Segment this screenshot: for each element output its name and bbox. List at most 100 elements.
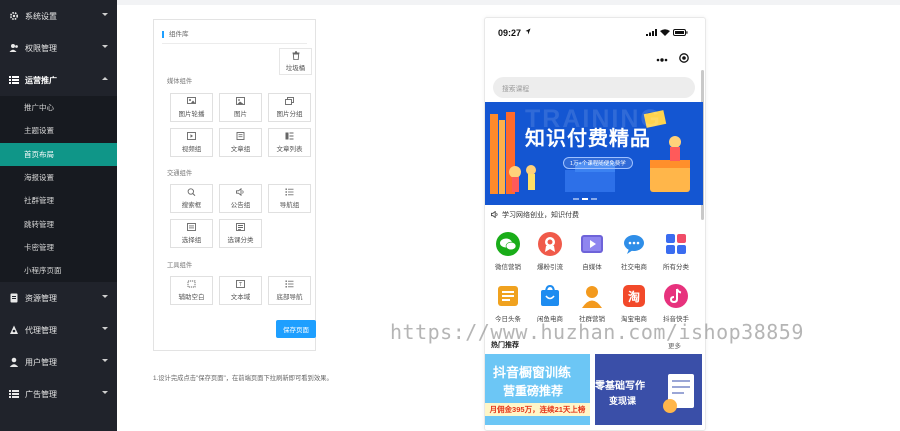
nav-xianyu-commerce[interactable]: 闲鱼电商 [530, 283, 570, 323]
nav-label: 微信营销 [495, 264, 521, 271]
sidebar-item-community[interactable]: 社群管理 [0, 189, 117, 212]
menu-ads[interactable]: 广告管理 [0, 378, 117, 410]
menu-agents[interactable]: 代理管理 [0, 314, 117, 346]
card-title-line2: 变现课 [609, 396, 637, 406]
article-icon [236, 132, 245, 140]
component-notice-group[interactable]: 公告组 [219, 184, 262, 213]
sidebar-item-home-layout[interactable]: 首页布局 [0, 142, 117, 166]
nav-taobao-commerce[interactable]: 淘 淘宝电商 [614, 283, 654, 323]
phone-preview: 09:27 搜索课程 TRAINING 知识付费精品 1万+个课程随便免费学 学… [484, 17, 706, 431]
wifi-icon [660, 29, 670, 38]
section-label-media: 媒体组件 [167, 78, 193, 85]
nav-label: 社交电商 [621, 264, 647, 271]
course-card-douyin[interactable]: 抖音橱窗训练 营重磅推荐 月佣金395万，连续21天上榜 [485, 354, 590, 425]
component-course-category[interactable]: 选课分类 [219, 219, 262, 248]
component-label: 文章列表 [276, 146, 303, 153]
nav-all-categories[interactable]: 所有分类 [656, 231, 696, 271]
sidebar-item-miniprogram-pages[interactable]: 小程序页面 [0, 259, 117, 282]
hero-banner[interactable]: TRAINING 知识付费精品 1万+个课程随便免费学 [485, 102, 703, 205]
menu-label: 运营推广 [25, 75, 57, 85]
chat-bubble-icon [621, 231, 647, 257]
nav-douyin-kuaishou[interactable]: 抖音快手 [656, 283, 696, 323]
chevron-down-icon [102, 45, 108, 48]
nav-community-marketing[interactable]: 社群营销 [572, 283, 612, 323]
speaker-icon [491, 210, 499, 220]
component-search-box[interactable]: 搜索框 [170, 184, 213, 213]
sidebar-item-redirects[interactable]: 跳转管理 [0, 212, 117, 235]
section-label-tools: 工具组件 [167, 262, 193, 269]
menu-label: 广告管理 [25, 389, 57, 399]
article-list-icon [285, 132, 294, 140]
more-dots-icon[interactable] [656, 55, 668, 64]
nav-fan-growth[interactable]: 爆粉引流 [530, 231, 570, 271]
location-arrow-icon [525, 28, 531, 37]
taobao-icon: 淘 [621, 283, 647, 309]
signal-icon [646, 29, 657, 38]
video-player-icon [579, 231, 605, 257]
menu-resources[interactable]: 资源管理 [0, 282, 117, 314]
menu-label: 资源管理 [25, 293, 57, 303]
banner-subtitle: 1万+个课程随便免费学 [563, 157, 633, 169]
menu-operations[interactable]: 运营推广 [0, 64, 117, 96]
component-select-group[interactable]: 选择组 [170, 219, 213, 248]
component-article-list[interactable]: 文章列表 [268, 128, 311, 157]
speaker-icon [236, 188, 245, 196]
list-icon [285, 188, 294, 196]
notice-bar[interactable]: 学习网络创业，知识付费 [491, 210, 579, 220]
site-watermark: https://www.huzhan.com/ishop38859 [390, 320, 804, 344]
trash-drop-zone[interactable]: 垃圾桶 [279, 48, 312, 75]
image-group-icon [285, 97, 294, 105]
component-video-group[interactable]: 视频组 [170, 128, 213, 157]
shopping-bag-icon [537, 283, 563, 309]
card-title-line1: 零基础写作 [595, 381, 645, 392]
component-bottom-nav[interactable]: 底部导航 [268, 276, 311, 305]
chevron-down-icon [102, 13, 108, 16]
component-label: 公告组 [230, 202, 251, 209]
sidebar-item-poster-settings[interactable]: 海报设置 [0, 166, 117, 189]
chevron-down-icon [102, 295, 108, 299]
menu-system-settings[interactable]: 系统设置 [0, 0, 117, 32]
component-spacer[interactable]: 辅助空白 [170, 276, 213, 305]
course-card-writing[interactable]: 零基础写作 变现课 [595, 354, 702, 425]
wechat-icon [495, 231, 521, 257]
nav-social-commerce[interactable]: 社交电商 [614, 231, 654, 271]
component-image[interactable]: 图片 [219, 93, 262, 122]
main-content: 组件库 垃圾桶 媒体组件 图片轮播 图片 图片分组 视频组 文章组 文章列表 交… [117, 0, 900, 431]
sidebar-item-promo-center[interactable]: 推广中心 [0, 96, 117, 119]
menu-permissions[interactable]: 权限管理 [0, 32, 117, 64]
menu-label: 系统设置 [25, 11, 57, 21]
close-target-icon[interactable] [678, 53, 689, 65]
file-icon [9, 293, 19, 303]
users-icon [9, 43, 19, 53]
component-text-area[interactable]: T 文本域 [219, 276, 262, 305]
save-page-button[interactable]: 保存页面 [276, 320, 316, 338]
component-label: 底部导航 [276, 294, 303, 301]
douyin-icon [663, 283, 689, 309]
component-article-group[interactable]: 文章组 [219, 128, 262, 157]
component-nav-group[interactable]: 导航组 [268, 184, 311, 213]
menu-users[interactable]: 用户管理 [0, 346, 117, 378]
component-label: 视频组 [181, 146, 202, 153]
component-label: 导航组 [279, 202, 300, 209]
chevron-down-icon [102, 391, 108, 395]
nav-wechat-marketing[interactable]: 微信营销 [488, 231, 528, 271]
spacer-icon [187, 280, 196, 288]
nav-self-media[interactable]: 自媒体 [572, 231, 612, 271]
status-bar: 09:27 [485, 18, 705, 48]
sidebar-item-card-keys[interactable]: 卡密管理 [0, 236, 117, 259]
select-icon [187, 223, 196, 231]
component-image-group[interactable]: 图片分组 [268, 93, 311, 122]
card-title-line2: 营重磅推荐 [503, 384, 564, 398]
component-label: 文章组 [230, 146, 251, 153]
status-time: 09:27 [498, 28, 522, 38]
grid-icon [663, 231, 689, 257]
top-strip [117, 0, 900, 5]
component-label: 图片轮播 [178, 111, 205, 118]
phone-search-input[interactable]: 搜索课程 [493, 77, 695, 98]
person-icon [579, 283, 605, 309]
sidebar-item-theme-settings[interactable]: 主题设置 [0, 119, 117, 142]
component-image-carousel[interactable]: 图片轮播 [170, 93, 213, 122]
nav-toutiao[interactable]: 今日头条 [488, 283, 528, 323]
mini-program-capsule [650, 50, 694, 68]
notice-text: 学习网络创业，知识付费 [502, 212, 579, 219]
